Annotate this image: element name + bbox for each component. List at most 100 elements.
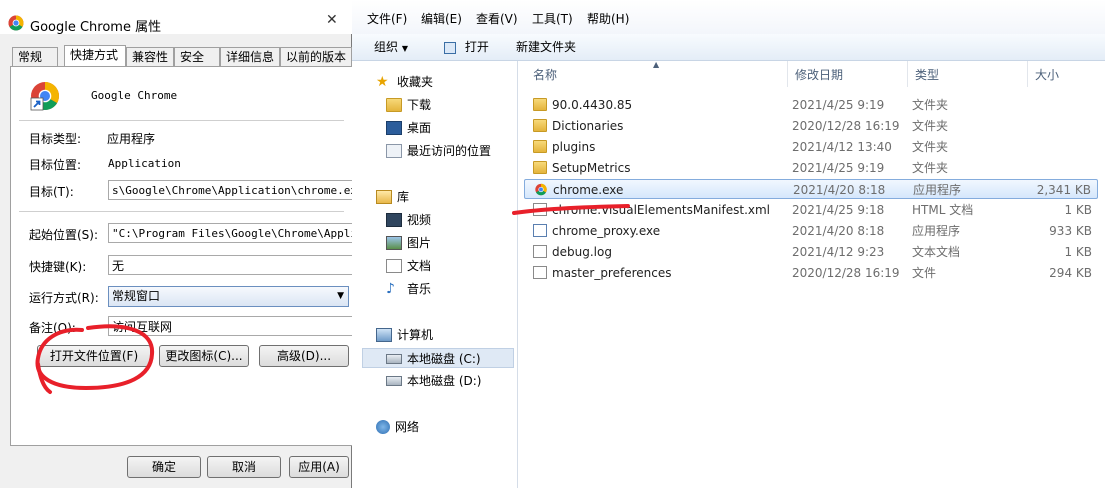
nav-music[interactable]: ♪ 音乐 — [386, 279, 431, 299]
apply-button[interactable]: 应用(A) — [289, 456, 349, 478]
chrome-icon — [535, 183, 547, 196]
comment-label: 备注(O): — [29, 321, 76, 335]
file-row[interactable]: chrome.exe 2021/4/20 8:18 应用程序 2,341 KB — [524, 179, 1098, 199]
file-name: chrome.exe — [553, 183, 624, 197]
file-row[interactable]: 90.0.4430.85 2021/4/25 9:19 文件夹 — [524, 95, 1098, 115]
nav-local-disk-c[interactable]: 本地磁盘 (C:) — [362, 348, 514, 368]
shortcut-tab-panel: Google Chrome 目标类型: 应用程序 目标位置: Applicati… — [10, 66, 353, 446]
folder-icon — [533, 140, 547, 153]
new-folder-button[interactable]: 新建文件夹 — [516, 38, 576, 55]
desktop-icon — [386, 120, 402, 135]
dialog-titlebar: Google Chrome 属性 ✕ — [0, 0, 352, 35]
hotkey-label: 快捷键(K): — [29, 260, 87, 274]
close-icon[interactable]: ✕ — [326, 12, 338, 28]
file-date: 2021/4/25 9:19 — [792, 161, 885, 175]
menu-help[interactable]: 帮助(H) — [587, 10, 629, 27]
chevron-down-icon: ▼ — [401, 44, 408, 53]
open-label: 打开 — [464, 40, 489, 54]
file-row[interactable]: plugins 2021/4/12 13:40 文件夹 — [524, 137, 1098, 157]
tab-general[interactable]: 常规 — [12, 47, 58, 66]
nav-documents[interactable]: 文档 — [386, 256, 431, 276]
nav-pictures[interactable]: 图片 — [386, 233, 431, 253]
nav-libraries[interactable]: 库 — [376, 187, 409, 207]
exe-icon — [533, 224, 547, 237]
run-label: 运行方式(R): — [29, 291, 99, 305]
change-icon-button[interactable]: 更改图标(C)... — [159, 345, 249, 367]
document-icon — [533, 245, 547, 258]
nav-downloads-label: 下载 — [407, 98, 432, 112]
tab-security[interactable]: 安全 — [174, 47, 220, 66]
file-row[interactable]: SetupMetrics 2021/4/25 9:19 文件夹 — [524, 158, 1098, 178]
column-name[interactable]: 名称 — [533, 66, 557, 83]
file-row[interactable]: master_preferences 2020/12/28 16:19 文件 294 … — [524, 263, 1098, 283]
file-row[interactable]: debug.log 2021/4/12 9:23 文本文档 1 KB — [524, 242, 1098, 262]
file-row[interactable]: chrome.VisualElementsManifest.xml 2021/4/… — [524, 200, 1098, 220]
nav-videos[interactable]: 视频 — [386, 210, 431, 230]
column-type[interactable]: 类型 — [915, 66, 939, 83]
nav-computer-label: 计算机 — [397, 328, 434, 342]
document-icon — [533, 266, 547, 279]
nav-local-disk-c-label: 本地磁盘 (C:) — [407, 352, 481, 366]
pictures-icon — [386, 235, 402, 250]
nav-desktop[interactable]: 桌面 — [386, 118, 431, 138]
column-size[interactable]: 大小 — [1035, 66, 1059, 83]
nav-network-label: 网络 — [395, 420, 420, 434]
nav-local-disk-d[interactable]: 本地磁盘 (D:) — [386, 371, 481, 391]
open-button[interactable]: 打开 — [444, 38, 489, 55]
target-label: 目标(T): — [29, 185, 74, 199]
nav-favorites[interactable]: ★ 收藏夹 — [376, 72, 433, 92]
file-date: 2021/4/20 8:18 — [792, 224, 885, 238]
divider — [19, 120, 344, 121]
open-file-location-button[interactable]: 打开文件位置(F) — [37, 345, 151, 367]
file-row[interactable]: Dictionaries 2020/12/28 16:19 文件夹 — [524, 116, 1098, 136]
chrome-shortcut-icon — [30, 82, 59, 111]
menu-view[interactable]: 查看(V) — [476, 10, 518, 27]
nav-videos-label: 视频 — [407, 213, 432, 227]
nav-desktop-label: 桌面 — [407, 121, 432, 135]
folder-icon — [533, 98, 547, 111]
nav-libraries-label: 库 — [397, 190, 410, 204]
column-divider — [907, 61, 908, 87]
file-date: 2020/12/28 16:19 — [792, 266, 900, 280]
file-size: 2,341 KB — [1036, 183, 1091, 197]
computer-icon — [376, 327, 392, 342]
music-icon: ♪ — [386, 280, 395, 297]
ok-button[interactable]: 确定 — [127, 456, 201, 478]
menu-file[interactable]: 文件(F) — [367, 10, 407, 27]
downloads-icon — [386, 97, 402, 112]
documents-icon — [386, 258, 402, 273]
column-modified[interactable]: 修改日期 — [795, 66, 843, 83]
nav-recent[interactable]: 最近访问的位置 — [386, 141, 491, 161]
hotkey-input[interactable]: 无 — [108, 255, 353, 275]
tab-compatibility[interactable]: 兼容性 — [126, 47, 174, 66]
file-name: chrome_proxy.exe — [552, 224, 661, 238]
file-name: chrome.VisualElementsManifest.xml — [552, 203, 771, 217]
organize-button[interactable]: 组织 ▼ — [374, 38, 408, 55]
run-select[interactable]: 常规窗口 ▼ — [108, 286, 349, 307]
menu-bar: 文件(F) 编辑(E) 查看(V) 工具(T) 帮助(H) — [352, 0, 1105, 34]
comment-input[interactable]: 访问互联网 — [108, 316, 353, 336]
tab-previous-versions[interactable]: 以前的版本 — [280, 47, 352, 66]
nav-network[interactable]: 网络 — [376, 417, 419, 437]
nav-downloads[interactable]: 下载 — [386, 95, 431, 115]
cancel-button[interactable]: 取消 — [207, 456, 281, 478]
file-size: 933 KB — [1049, 224, 1092, 238]
file-date: 2020/12/28 16:19 — [792, 119, 900, 133]
folder-icon — [533, 161, 547, 174]
drive-icon — [386, 353, 402, 364]
file-size: 294 KB — [1049, 266, 1092, 280]
menu-edit[interactable]: 编辑(E) — [421, 10, 462, 27]
advanced-button[interactable]: 高级(D)... — [259, 345, 349, 367]
target-location-value: Application — [108, 157, 181, 170]
nav-computer[interactable]: 计算机 — [376, 325, 433, 345]
menu-tools[interactable]: 工具(T) — [532, 10, 573, 27]
file-row[interactable]: chrome_proxy.exe 2021/4/20 8:18 应用程序 933 KB — [524, 221, 1098, 241]
file-name: master_preferences — [552, 266, 672, 280]
target-input[interactable]: s\Google\Chrome\Application\chrome.exe" — [108, 180, 353, 200]
nav-recent-label: 最近访问的位置 — [407, 144, 492, 158]
file-name: Dictionaries — [552, 119, 624, 133]
command-bar: 组织 ▼ 打开 新建文件夹 — [352, 34, 1105, 61]
tab-shortcut[interactable]: 快捷方式 — [64, 45, 126, 67]
start-in-input[interactable]: "C:\Program Files\Google\Chrome\Applica — [108, 223, 353, 243]
tab-details[interactable]: 详细信息 — [220, 47, 280, 66]
